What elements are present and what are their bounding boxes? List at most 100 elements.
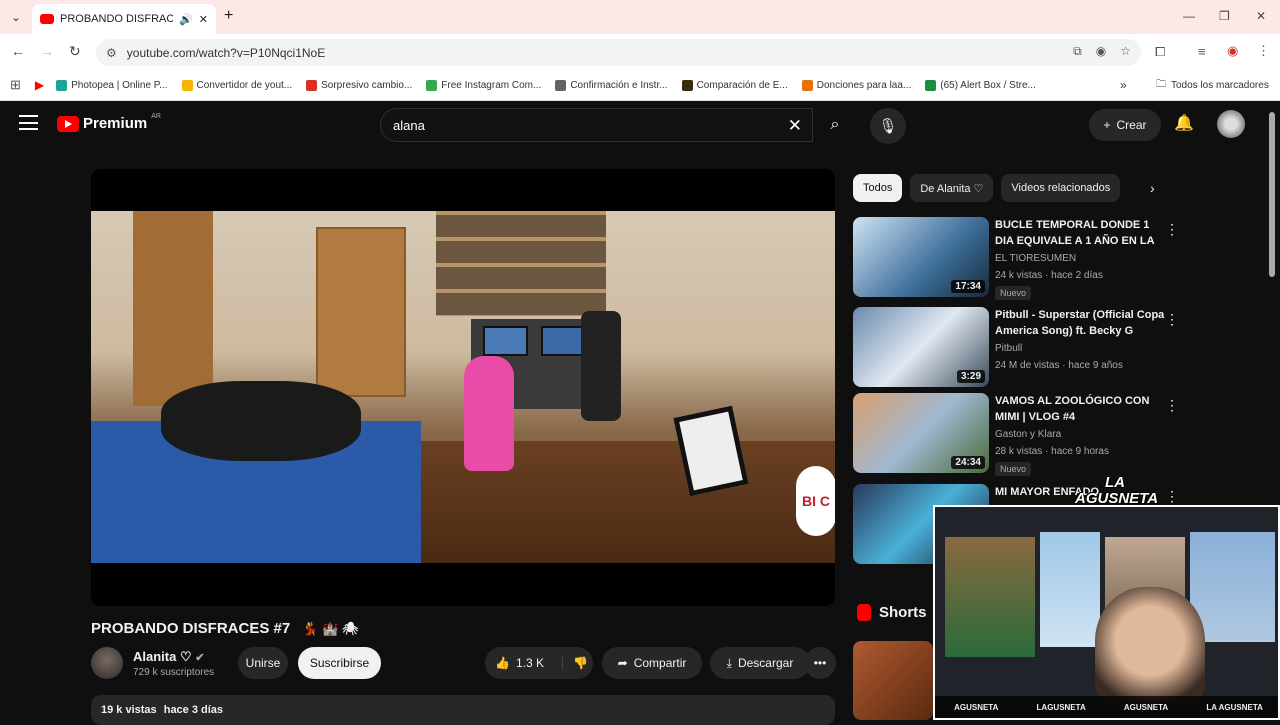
page-scrollbar[interactable] [1269,112,1275,277]
minimize-button[interactable]: — [1183,9,1195,23]
filter-chip[interactable]: De Alanita ♡ [910,174,994,202]
video-thumbnail[interactable]: 3:29 [853,307,989,387]
extensions-puzzle-icon[interactable]: ⧠ [1155,44,1165,60]
bookmark-item[interactable]: Sorpresivo cambio... [306,79,412,91]
new-badge: Nuevo [995,462,1032,476]
subscriber-count: 729 k suscriptores [133,667,215,678]
tab-search-chevron-icon[interactable]: ⌄ [6,7,26,27]
webcam-poster [945,537,1035,657]
tracking-eye-icon[interactable]: ◉ [1096,44,1106,59]
channel-avatar[interactable] [91,647,123,679]
bookmark-item[interactable]: Free Instagram Com... [426,79,542,91]
recommended-video[interactable]: 17:34 BUCLE TEMPORAL DONDE 1 DIA EQUIVALE… [853,217,1183,300]
install-app-icon[interactable]: ⧉ [1073,44,1082,59]
video-menu-icon[interactable]: ⋮ [1165,311,1179,328]
video-title[interactable]: Pitbull - Superstar (Official Copa Ameri… [995,307,1165,339]
bookmark-item[interactable]: Comparación de E... [681,79,788,91]
browser-tab-active[interactable]: PROBANDO DISFRACES #7 🔊 ✕ [32,4,216,34]
social-handle: AGUSNETA [954,702,999,712]
site-info-icon[interactable]: ⚙ [106,46,117,60]
notifications-bell-icon[interactable]: 🔔 [1174,113,1194,133]
channel-name[interactable]: Gaston y Klara [995,429,1061,440]
video-player[interactable]: BI C [91,169,835,606]
bookmark-label: Confirmación e Instr... [570,79,668,91]
hamburger-menu-icon[interactable] [19,115,38,130]
region-code: AR [151,113,161,120]
bookmark-label: Convertidor de yout... [196,79,293,91]
download-button[interactable]: ⤓ Descargar [710,647,810,679]
video-menu-icon[interactable]: ⋮ [1165,488,1179,505]
address-bar[interactable]: ⚙ youtube.com/watch?v=P10Nqci1NoE ⧉ ◉ ☆ [96,39,1141,66]
shorts-thumbnail[interactable] [853,641,933,720]
bookmark-item[interactable]: Donciones para laa... [801,79,912,91]
video-meta: 28 k vistas · hace 9 horas [995,446,1109,457]
video-thumbnail[interactable]: 24:34 [853,393,989,473]
upload-date: hace 3 días [163,704,224,716]
clear-search-icon[interactable]: ✕ [788,116,802,136]
channel-name[interactable]: Alanita ♡ ✔ [133,649,204,665]
all-bookmarks-folder[interactable]: 🗀 Todos los marcadores [1156,77,1269,94]
bookmark-item[interactable]: (65) Alert Box / Stre... [925,79,1036,91]
bookmark-label: Donciones para laa... [816,79,912,91]
duration-badge: 3:29 [956,370,985,383]
bookmark-item[interactable]: Confirmación e Instr... [555,79,668,91]
bookmark-favicon-icon [555,79,567,91]
scene-balloon: BI C [796,466,835,536]
bookmark-star-icon[interactable]: ☆ [1120,44,1131,59]
channel-name[interactable]: Pitbull [995,343,1022,354]
description-box[interactable]: 19 k vistas hace 3 días [91,695,835,725]
scene-bags [161,381,361,461]
video-title[interactable]: VAMOS AL ZOOLÓGICO CON MIMI | VLOG #4 [995,393,1165,425]
close-window-button[interactable]: ✕ [1256,9,1266,23]
social-handle: AGUSNETA [1123,702,1169,712]
voice-search-mic-icon[interactable]: 🎙 [870,108,906,144]
youtube-premium-logo[interactable]: Premium AR [57,113,161,132]
youtube-header: Premium AR alana ✕ ⌕ 🎙 + Crear 🔔 [0,101,1280,148]
tab-close-icon[interactable]: ✕ [199,13,208,26]
bookmarks-overflow-icon[interactable]: » [1120,78,1127,92]
subscribe-button[interactable]: Suscribirse [298,647,381,679]
video-frame: BI C [91,211,835,563]
reload-icon[interactable]: ↻ [69,43,81,60]
forward-arrow-icon[interactable]: → [40,43,54,59]
share-button[interactable]: ➦ Compartir [602,647,702,679]
kebab-menu-icon[interactable]: ⋮ [1257,43,1270,59]
like-button[interactable]: 👍 1.3 K 👎 [485,647,593,679]
speaker-icon[interactable]: 🔊 [179,13,193,26]
account-avatar[interactable] [1217,110,1245,138]
bookmark-label: Free Instagram Com... [441,79,542,91]
join-button[interactable]: Unirse [238,647,288,679]
search-button[interactable]: ⌕ [813,108,857,142]
all-bookmarks-label: Todos los marcadores [1171,79,1269,91]
maximize-button[interactable]: ❐ [1219,9,1230,23]
apps-grid-icon[interactable]: ⊞ [10,77,21,93]
media-control-icon[interactable]: ≡ [1198,44,1206,59]
search-input[interactable]: alana ✕ [380,108,813,142]
logo-text: Premium [83,115,148,132]
thumbs-down-icon[interactable]: 👎 [561,656,588,670]
bookmark-favicon-icon [925,79,937,91]
youtube-favicon-icon [40,14,54,24]
streamer-webcam-overlay: AGUSNETA LAGUSNETA AGUSNETA LA AGUSNETA [933,505,1280,720]
chip-next-arrow-icon[interactable]: › [1150,180,1155,196]
video-menu-icon[interactable]: ⋮ [1165,397,1179,414]
bookmark-item[interactable]: Photopea | Online P... [56,79,168,91]
video-title[interactable]: BUCLE TEMPORAL DONDE 1 DIA EQUIVALE A 1 … [995,217,1165,249]
new-tab-button[interactable]: + [224,7,233,25]
more-actions-button[interactable]: ••• [804,647,836,679]
youtube-bookmark-icon[interactable]: ▶ [35,78,44,92]
filter-chip[interactable]: Videos relacionados [1001,174,1121,202]
channel-name[interactable]: EL TIORESUMEN [995,253,1076,264]
share-label: Compartir [633,656,687,670]
webcam-poster [1040,532,1100,647]
video-menu-icon[interactable]: ⋮ [1165,221,1179,238]
video-thumbnail[interactable]: 17:34 [853,217,989,297]
filter-chip[interactable]: Todos [853,174,903,202]
create-button[interactable]: + Crear [1089,109,1161,141]
recommended-video[interactable]: 3:29 Pitbull - Superstar (Official Copa A… [853,307,1183,389]
bookmark-item[interactable]: Convertidor de yout... [181,79,293,91]
tab-strip: ⌄ PROBANDO DISFRACES #7 🔊 ✕ + — ❐ ✕ [0,0,1280,34]
profile-icon[interactable]: ◉ [1227,43,1238,59]
back-arrow-icon[interactable]: ← [11,43,25,59]
recommended-video[interactable]: 24:34 VAMOS AL ZOOLÓGICO CON MIMI | VLOG … [853,393,1183,476]
